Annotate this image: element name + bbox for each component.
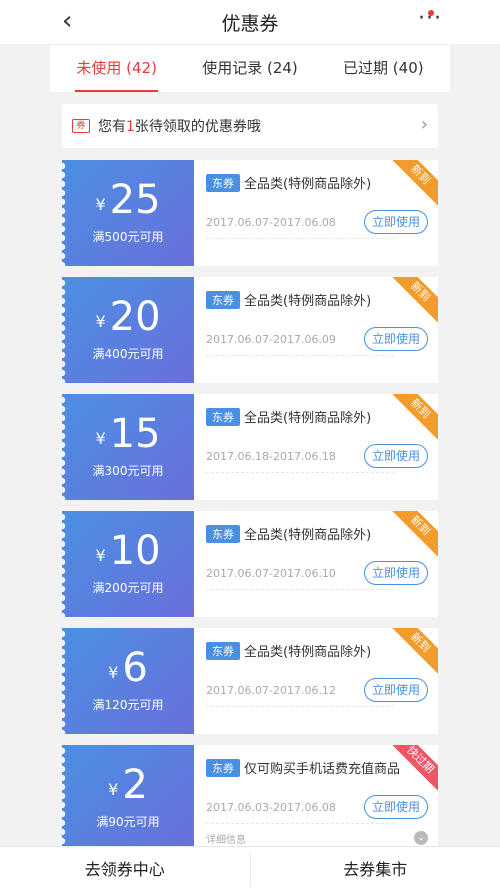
coupon-card: ¥15 满300元可用 东券 全品类(特例商品除外) 2017.06.18-201…	[62, 394, 438, 500]
coupon-info: 东券 全品类(特例商品除外) 2017.06.18-2017.06.18 立即使用…	[194, 394, 438, 500]
coupon-validity: 2017.06.18-2017.06.18	[206, 450, 336, 463]
coupon-amount: 25	[109, 177, 161, 223]
coupon-card: ¥25 满500元可用 东券 全品类(特例商品除外) 2017.06.07-201…	[62, 160, 438, 266]
coupon-scope: 全品类(特例商品除外)	[244, 411, 372, 426]
coupon-tabs: 未使用 (42) 使用记录 (24) 已过期 (40)	[50, 44, 450, 92]
currency-symbol: ¥	[95, 312, 106, 331]
tab-unused[interactable]: 未使用 (42)	[50, 45, 183, 92]
use-now-button[interactable]: 立即使用	[364, 561, 428, 585]
coupon-value-panel: ¥25 满500元可用	[62, 160, 194, 266]
coupon-tag: 东券	[206, 758, 240, 777]
divider	[206, 238, 394, 239]
notice-count: 1	[126, 119, 135, 135]
coupon-scope: 全品类(特例商品除外)	[244, 645, 372, 660]
coupon-scope: 仅可购买手机话费充值商品	[244, 762, 401, 777]
chevron-right-icon: ›	[420, 114, 428, 135]
coupon-amount: 2	[122, 762, 148, 808]
new-arrival-ribbon: 新到	[385, 511, 438, 561]
coupon-center-button[interactable]: 去领券中心	[0, 847, 250, 892]
use-now-button[interactable]: 立即使用	[364, 678, 428, 702]
coupon-amount: 20	[109, 294, 161, 340]
notice-suffix: 张待领取的优惠券哦	[134, 119, 261, 135]
divider	[206, 355, 394, 356]
currency-symbol: ¥	[108, 663, 119, 682]
divider	[206, 706, 394, 707]
coupon-value-panel: ¥15 满300元可用	[62, 394, 194, 500]
coupon-tag: 东券	[206, 173, 240, 192]
coupon-ticket-icon: 券	[72, 119, 90, 133]
coupon-info: 东券 全品类(特例商品除外) 2017.06.07-2017.06.09 立即使用…	[194, 277, 438, 383]
coupon-info: 东券 仅可购买手机话费充值商品 2017.06.03-2017.06.08 立即使…	[194, 745, 438, 851]
use-now-button[interactable]: 立即使用	[364, 795, 428, 819]
coupon-tag: 东券	[206, 290, 240, 309]
coupon-condition: 满120元可用	[92, 698, 164, 712]
use-now-button[interactable]: 立即使用	[364, 210, 428, 234]
tab-usage-history[interactable]: 使用记录 (24)	[183, 45, 316, 92]
coupon-scope: 全品类(特例商品除外)	[244, 294, 372, 309]
use-now-button[interactable]: 立即使用	[364, 444, 428, 468]
use-now-button[interactable]: 立即使用	[364, 327, 428, 351]
coupon-info: 东券 全品类(特例商品除外) 2017.06.07-2017.06.12 立即使用…	[194, 628, 438, 734]
coupon-info: 东券 全品类(特例商品除外) 2017.06.07-2017.06.10 立即使用…	[194, 511, 438, 617]
coupon-condition: 满300元可用	[92, 464, 164, 478]
new-arrival-ribbon: 新到	[385, 277, 438, 327]
coupon-scope: 全品类(特例商品除外)	[244, 177, 372, 192]
notification-dot	[428, 10, 434, 16]
coupon-value-panel: ¥6 满120元可用	[62, 628, 194, 734]
coupon-condition: 满400元可用	[92, 347, 164, 361]
coupon-amount: 6	[122, 645, 148, 691]
coupon-condition: 满500元可用	[92, 230, 164, 244]
coupon-value-panel: ¥2 满90元可用	[62, 745, 194, 851]
coupon-market-button[interactable]: 去券集市	[251, 847, 500, 892]
coupon-list: ¥25 满500元可用 东券 全品类(特例商品除外) 2017.06.07-201…	[62, 160, 438, 862]
coupon-condition: 满200元可用	[92, 581, 164, 595]
new-arrival-ribbon: 新到	[385, 628, 438, 678]
coupon-card: ¥6 满120元可用 东券 全品类(特例商品除外) 2017.06.07-2017…	[62, 628, 438, 734]
notice-prefix: 您有	[98, 119, 126, 135]
coupon-scope: 全品类(特例商品除外)	[244, 528, 372, 543]
coupon-amount: 10	[109, 528, 161, 574]
new-arrival-ribbon: 新到	[385, 160, 438, 210]
divider	[206, 823, 394, 824]
coupon-validity: 2017.06.03-2017.06.08	[206, 801, 336, 814]
currency-symbol: ¥	[95, 195, 106, 214]
currency-symbol: ¥	[95, 429, 106, 448]
divider	[206, 589, 394, 590]
back-chevron-icon[interactable]: ‹	[62, 8, 72, 34]
coupon-validity: 2017.06.07-2017.06.10	[206, 567, 336, 580]
detail-info-link[interactable]: 详细信息	[206, 831, 246, 846]
coupon-card: ¥20 满400元可用 东券 全品类(特例商品除外) 2017.06.07-201…	[62, 277, 438, 383]
coupon-amount: 15	[109, 411, 161, 457]
coupon-validity: 2017.06.07-2017.06.09	[206, 333, 336, 346]
coupon-validity: 2017.06.07-2017.06.08	[206, 216, 336, 229]
bottom-action-bar: 去领券中心 去券集市	[0, 846, 500, 892]
tab-expired[interactable]: 已过期 (40)	[317, 45, 450, 92]
notice-text: 您有1张待领取的优惠券哦	[98, 116, 261, 136]
divider	[206, 472, 394, 473]
coupon-card: ¥10 满200元可用 东券 全品类(特例商品除外) 2017.06.07-201…	[62, 511, 438, 617]
new-arrival-ribbon: 新到	[385, 394, 438, 444]
coupon-tag: 东券	[206, 524, 240, 543]
coupon-card: ¥2 满90元可用 东券 仅可购买手机话费充值商品 2017.06.03-2017…	[62, 745, 438, 851]
coupon-tag: 东券	[206, 407, 240, 426]
pending-coupon-notice[interactable]: 券 您有1张待领取的优惠券哦 ›	[62, 104, 438, 148]
coupon-info: 东券 全品类(特例商品除外) 2017.06.07-2017.06.08 立即使用…	[194, 160, 438, 266]
coupon-condition: 满90元可用	[96, 815, 160, 829]
coupon-value-panel: ¥20 满400元可用	[62, 277, 194, 383]
coupon-value-panel: ¥10 满200元可用	[62, 511, 194, 617]
coupon-tag: 东券	[206, 641, 240, 660]
currency-symbol: ¥	[95, 546, 106, 565]
coupon-validity: 2017.06.07-2017.06.12	[206, 684, 336, 697]
currency-symbol: ¥	[108, 780, 119, 799]
page-title: 优惠券	[221, 12, 279, 35]
chevron-down-icon[interactable]: ⌄	[414, 831, 428, 845]
header-bar: ‹ 优惠券 ···	[0, 0, 500, 44]
